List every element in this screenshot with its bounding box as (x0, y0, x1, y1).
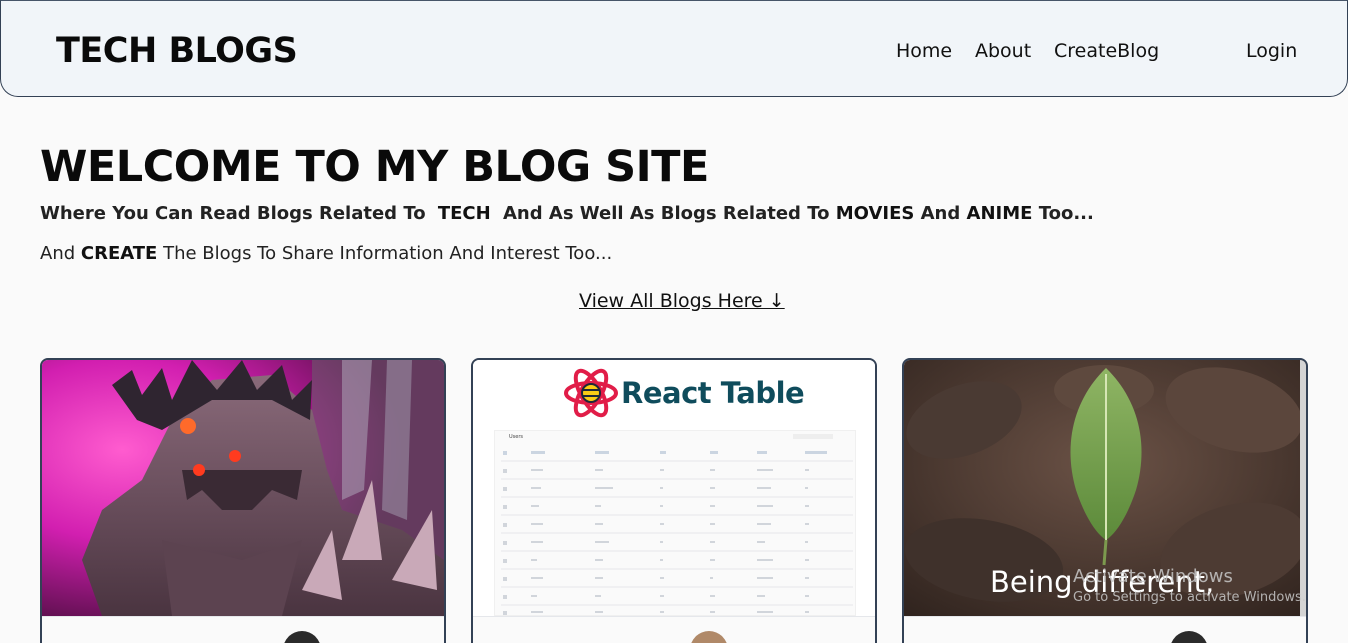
activate-windows-subtitle: Go to Settings to activate Windows. (1073, 590, 1306, 605)
anime-character-image (42, 360, 444, 616)
card-footer (42, 616, 444, 643)
subtitle-text: Where You Can Read Blogs Related To (40, 203, 432, 224)
author-avatar (690, 631, 728, 643)
card-footer (473, 616, 875, 643)
hero-subtitle-line2: And CREATE The Blogs To Share Informatio… (40, 243, 612, 264)
brand-logo[interactable]: TECH BLOGS (56, 31, 298, 71)
view-all-blogs-link[interactable]: View All Blogs Here ↓ (579, 290, 785, 312)
table-preview: Users (494, 430, 856, 616)
subtitle-text: The Blogs To Share Information And Inter… (157, 243, 613, 264)
hero-subtitle-line1: Where You Can Read Blogs Related To TECH… (40, 203, 1094, 224)
nav-home-link[interactable]: Home (896, 40, 952, 62)
activate-windows-title: Activate Windows (1073, 566, 1233, 587)
card-footer (904, 616, 1306, 643)
blog-card[interactable]: React Table Users (471, 358, 877, 643)
navbar: TECH BLOGS Home About CreateBlog Login (0, 0, 1348, 97)
movies-keyword: MOVIES (835, 203, 915, 224)
subtitle-text: And (40, 243, 81, 264)
anime-keyword: ANIME (966, 203, 1033, 224)
react-table-image: React Table Users (473, 360, 875, 616)
react-table-logo-text: React Table (621, 376, 805, 410)
nav-about-link[interactable]: About (975, 40, 1031, 62)
table-search-field (793, 434, 833, 439)
subtitle-text: And (914, 203, 967, 224)
nav-createblog-link[interactable]: CreateBlog (1054, 40, 1159, 62)
table-title: Users (509, 434, 524, 440)
author-avatar (1170, 631, 1208, 643)
blog-card[interactable] (40, 358, 446, 643)
hero-title: WELCOME TO MY BLOG SITE (40, 142, 709, 192)
table-rows-graphic (501, 451, 853, 615)
subtitle-text: And As Well As Blogs Related To (496, 203, 836, 224)
create-keyword: CREATE (80, 243, 158, 264)
react-logo-icon (564, 368, 618, 418)
subtitle-text: Too... (1032, 203, 1094, 224)
tech-keyword: TECH (437, 203, 491, 224)
nav-login-link[interactable]: Login (1246, 40, 1297, 62)
author-avatar (283, 631, 321, 643)
